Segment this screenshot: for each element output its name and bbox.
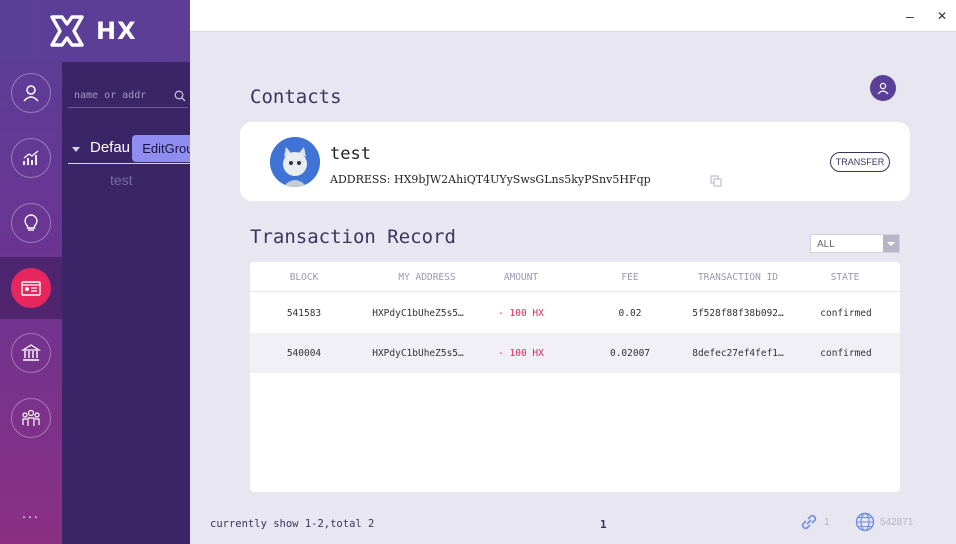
pagination-summary: currently show 1-2,total 2 bbox=[210, 518, 375, 530]
cell-my-address: HXPdyC1bUheZ5s5… bbox=[372, 348, 464, 359]
close-button[interactable]: ✕ bbox=[937, 9, 947, 23]
search-placeholder: name or addr bbox=[74, 90, 147, 101]
link-icon bbox=[801, 514, 817, 530]
lightbulb-icon bbox=[24, 214, 38, 231]
address-value: HX9bJW2AhiQT4UYySwsGLns5kyPSnv5HFqp bbox=[393, 173, 651, 186]
more-menu[interactable]: ... bbox=[0, 505, 62, 521]
minimize-button[interactable]: – bbox=[906, 8, 914, 24]
col-my-address: MY ADDRESS bbox=[398, 272, 456, 283]
hx-logo-icon bbox=[50, 15, 84, 47]
cell-amount: - 100 HX bbox=[498, 348, 544, 359]
table-row[interactable]: 540004 HXPdyC1bUheZ5s5… - 100 HX 0.02007… bbox=[250, 333, 900, 373]
avatar bbox=[270, 137, 320, 187]
contact-name: test bbox=[330, 144, 371, 164]
community-icon bbox=[22, 409, 40, 426]
search-icon[interactable] bbox=[174, 90, 186, 102]
chevron-down-icon[interactable] bbox=[883, 235, 899, 252]
cell-my-address: HXPdyC1bUheZ5s5… bbox=[372, 308, 464, 319]
section-title: Transaction Record bbox=[250, 226, 456, 248]
bank-icon bbox=[21, 344, 41, 361]
page-number-button[interactable]: 1 bbox=[600, 518, 607, 531]
cell-block: 540004 bbox=[286, 348, 322, 359]
transfer-button[interactable]: TRANSFER bbox=[830, 152, 890, 172]
filter-value: ALL bbox=[817, 239, 835, 250]
block-height: 542871 bbox=[880, 517, 914, 528]
col-block: BLOCK bbox=[289, 272, 319, 283]
cell-block: 541583 bbox=[286, 308, 322, 319]
address-book-icon bbox=[21, 281, 41, 296]
account-button[interactable] bbox=[870, 75, 896, 101]
nav-ideas-button[interactable] bbox=[0, 192, 62, 254]
contact-list-item[interactable]: test bbox=[110, 172, 133, 188]
copy-icon[interactable] bbox=[710, 175, 722, 187]
contact-address: ADDRESS: HX9bJW2AhiQT4UYySwsGLns5kyPSnv5… bbox=[330, 173, 651, 186]
nav-account-button[interactable] bbox=[0, 62, 62, 124]
app-logo: HX bbox=[0, 0, 190, 62]
table-row[interactable]: 541583 HXPdyC1bUheZ5s5… - 100 HX 0.02 5f… bbox=[250, 293, 900, 333]
col-fee: FEE bbox=[621, 272, 639, 283]
contact-card: test ADDRESS: HX9bJW2AhiQT4UYySwsGLns5ky… bbox=[240, 122, 910, 201]
window-titlebar: – ✕ bbox=[190, 0, 956, 32]
cell-tx-id[interactable]: 8defec27ef4fef1… bbox=[678, 348, 798, 359]
col-state: STATE bbox=[830, 272, 860, 283]
col-amount: AMOUNT bbox=[503, 272, 539, 283]
nav-bank-button[interactable] bbox=[0, 322, 62, 384]
nav-rail: ... bbox=[0, 0, 62, 544]
user-icon bbox=[23, 85, 39, 102]
cell-fee: 0.02007 bbox=[609, 348, 651, 359]
contact-search-input[interactable]: name or addr bbox=[68, 84, 188, 108]
group-name: Defau bbox=[90, 139, 131, 156]
nav-market-button[interactable] bbox=[0, 127, 62, 189]
cell-amount: - 100 HX bbox=[498, 308, 544, 319]
col-tx-id: TRANSACTION ID bbox=[697, 272, 779, 283]
cell-fee: 0.02 bbox=[618, 308, 642, 319]
cell-state: confirmed bbox=[820, 348, 872, 359]
caret-down-icon[interactable] bbox=[72, 147, 80, 152]
address-label: ADDRESS: bbox=[330, 173, 391, 186]
nav-contacts-button[interactable] bbox=[0, 257, 62, 319]
tx-filter-select[interactable]: ALL bbox=[810, 234, 900, 253]
connection-count: 1 bbox=[824, 517, 830, 528]
globe-icon bbox=[855, 512, 875, 532]
cell-state: confirmed bbox=[820, 308, 872, 319]
user-icon bbox=[877, 82, 889, 95]
cell-tx-id[interactable]: 5f528f88f38b092… bbox=[678, 308, 798, 319]
table-header: BLOCK MY ADDRESS AMOUNT FEE TRANSACTION … bbox=[250, 262, 900, 292]
page-title: Contacts bbox=[250, 86, 342, 108]
main-panel: Contacts test ADDRESS: HX9bJW2AhiQT4UYyS… bbox=[190, 32, 956, 544]
transaction-table: BLOCK MY ADDRESS AMOUNT FEE TRANSACTION … bbox=[250, 262, 900, 492]
logo-text: HX bbox=[96, 17, 137, 45]
chart-icon bbox=[23, 150, 39, 165]
nav-community-button[interactable] bbox=[0, 387, 62, 449]
